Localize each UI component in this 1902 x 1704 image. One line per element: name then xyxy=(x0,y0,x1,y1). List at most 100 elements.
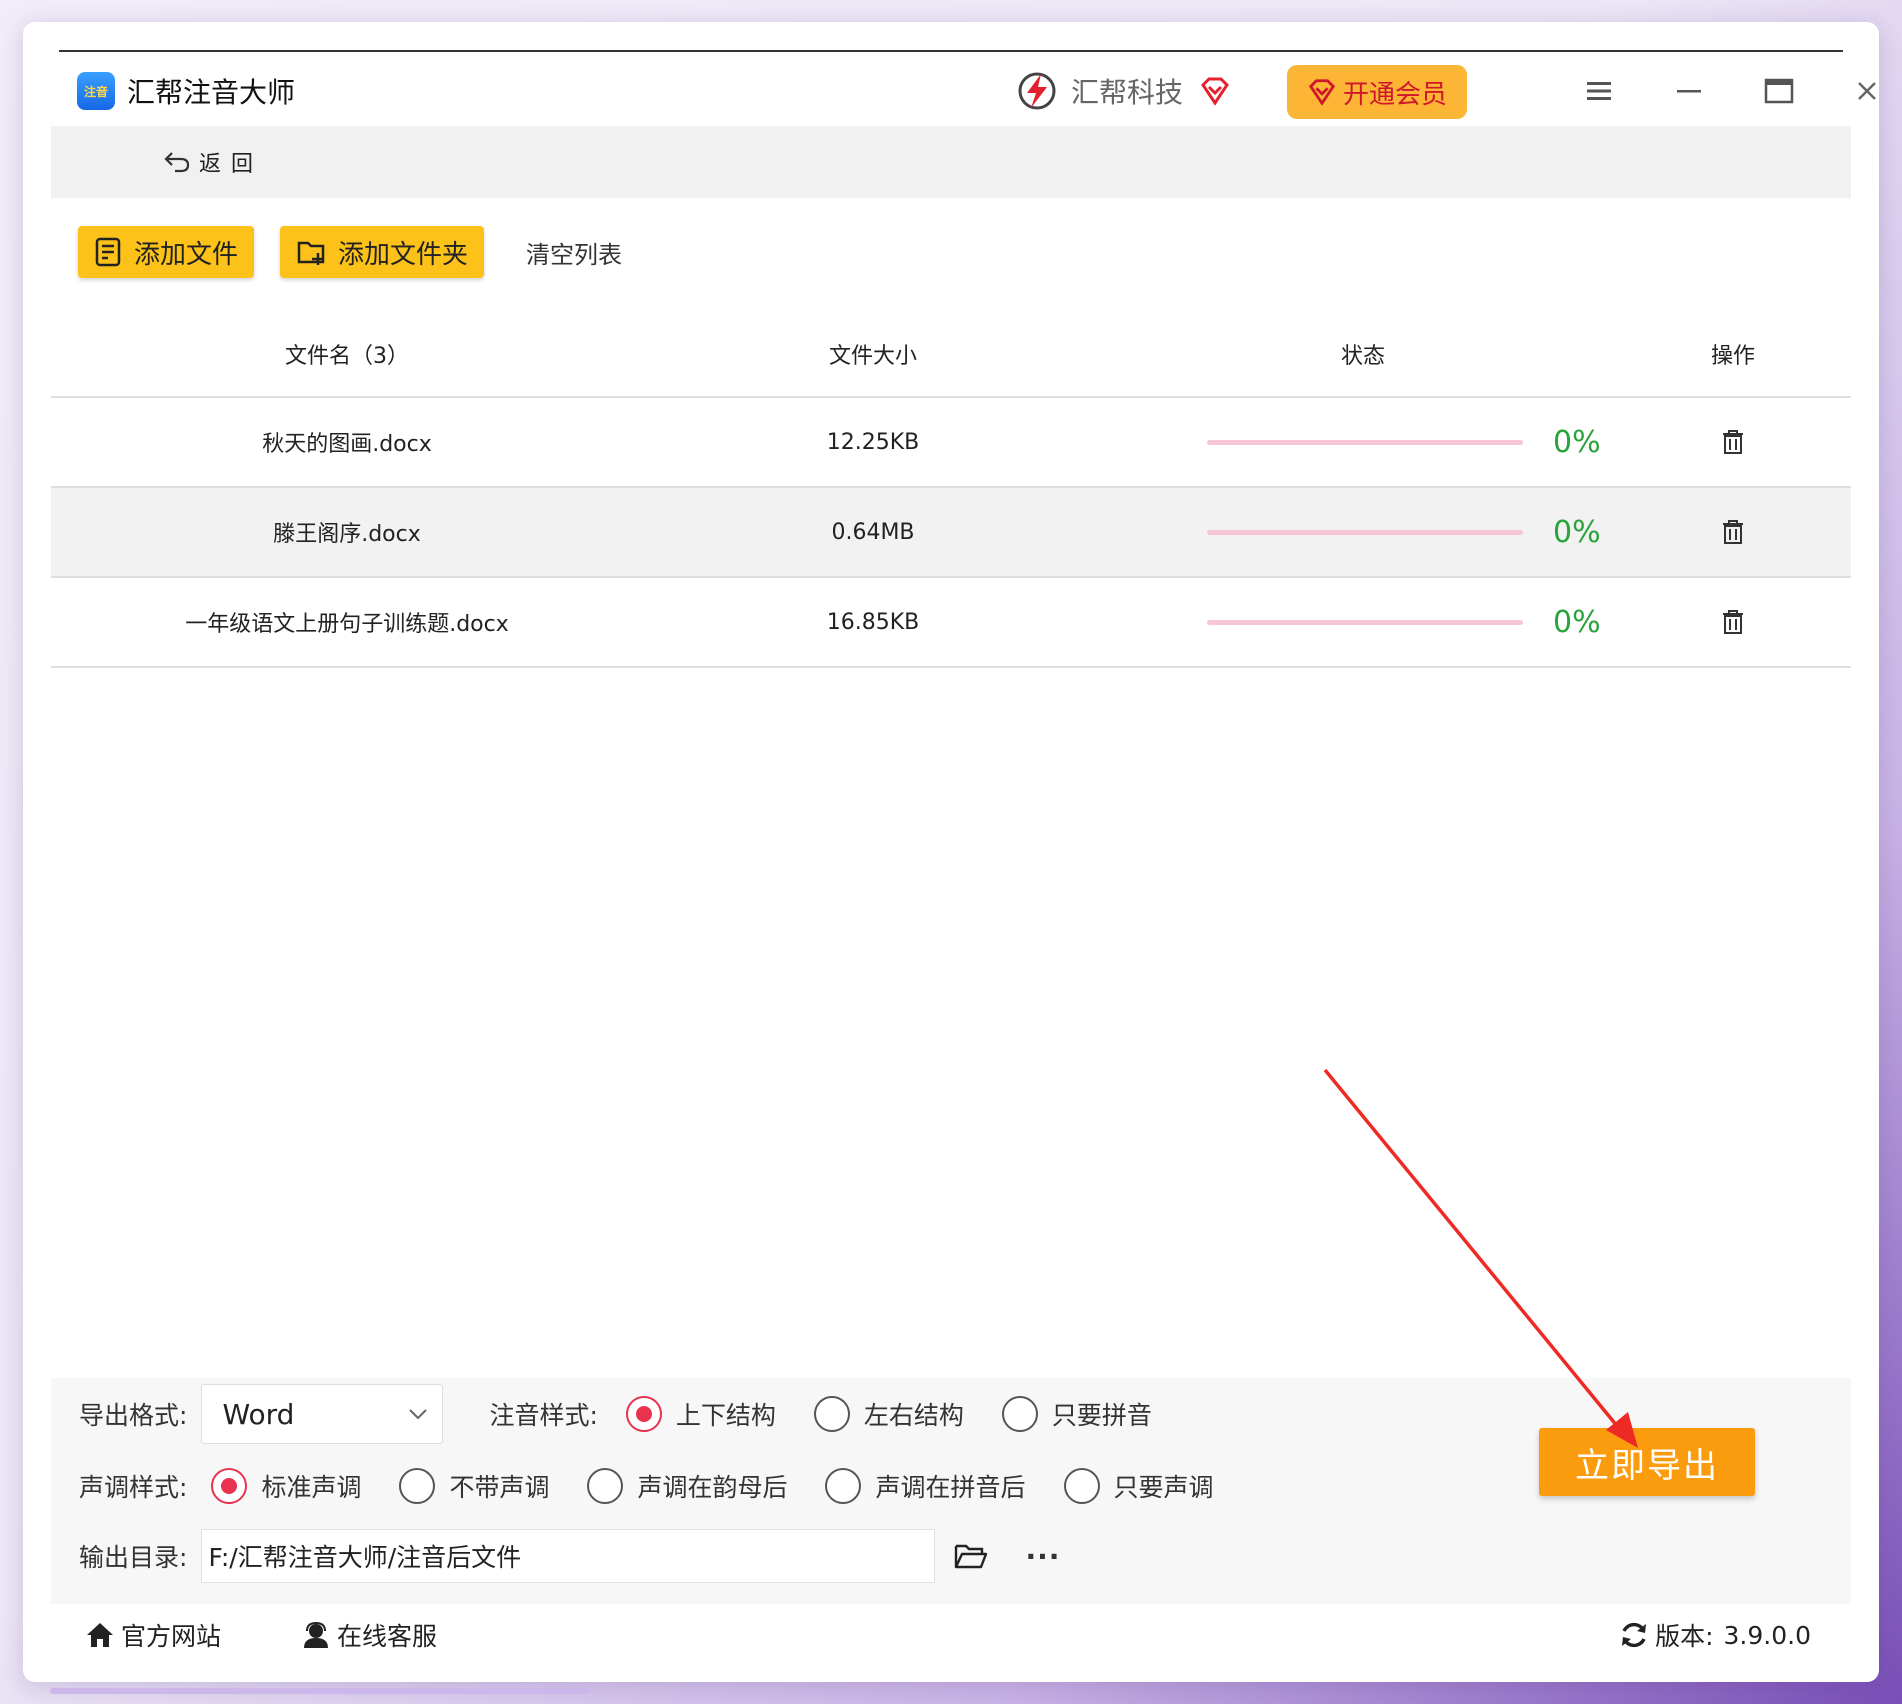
add-file-label: 添加文件 xyxy=(134,239,239,270)
radio-dot xyxy=(813,1396,850,1432)
brand-name: 汇帮科技 xyxy=(1070,76,1183,109)
app-logo-text: 注音 xyxy=(83,84,108,99)
table-row[interactable]: 秋天的图画.docx 12.25KB 0% xyxy=(51,398,1851,488)
file-status: 0% xyxy=(1103,515,1623,550)
add-file-button[interactable]: 添加文件 xyxy=(78,226,255,278)
radio-label: 只要声调 xyxy=(1113,1473,1214,1502)
window-top-border xyxy=(59,50,1843,52)
export-now-button[interactable]: 立即导出 xyxy=(1539,1428,1755,1496)
maximize-button[interactable] xyxy=(1749,56,1809,126)
table-header: 文件名（3） 文件大小 状态 操作 xyxy=(51,312,1851,398)
chevron-down-icon xyxy=(409,1409,428,1420)
title-bar: 注音 汇帮注音大师 汇帮科技 开通会员 xyxy=(51,56,1876,126)
vip-button-label: 开通会员 xyxy=(1342,79,1447,110)
file-status: 0% xyxy=(1103,425,1623,460)
app-logo-icon: 注音 xyxy=(77,72,115,110)
back-button-label: 返回 xyxy=(199,152,264,177)
header-size: 文件大小 xyxy=(828,344,917,369)
file-status: 0% xyxy=(1103,605,1623,640)
radio-tone-standard[interactable]: 标准声调 xyxy=(211,1468,361,1504)
folder-open-icon xyxy=(955,1544,988,1569)
row-actions xyxy=(1623,519,1843,545)
version-label: 版本: xyxy=(1655,1622,1714,1651)
trash-icon[interactable] xyxy=(1721,519,1745,545)
app-title: 汇帮注音大师 xyxy=(127,76,296,109)
radio-label: 只要拼音 xyxy=(1051,1401,1152,1430)
more-options-button[interactable]: ··· xyxy=(1025,1540,1060,1573)
back-button[interactable]: 返回 xyxy=(163,146,263,178)
radio-pinyin-only[interactable]: 只要拼音 xyxy=(1001,1396,1152,1432)
table-row[interactable]: 滕王阁序.docx 0.64MB 0% xyxy=(51,488,1851,578)
back-arrow-icon xyxy=(164,152,190,173)
add-folder-icon xyxy=(297,241,325,265)
tone-row: 声调样式: 标准声调 不带声调 声调在韵母后 声调在拼音后 只要声调 xyxy=(79,1462,1214,1510)
file-size: 12.25KB xyxy=(826,429,920,455)
file-size: 0.64MB xyxy=(831,519,915,545)
header-op: 操作 xyxy=(1710,344,1755,369)
back-bar: 返回 xyxy=(51,126,1851,198)
progress-bar xyxy=(1207,529,1523,535)
table-row[interactable]: 一年级语文上册句子训练题.docx 16.85KB 0% xyxy=(51,578,1851,668)
radio-tone-none[interactable]: 不带声调 xyxy=(399,1468,549,1504)
export-format-label: 导出格式: xyxy=(79,1401,188,1430)
online-support-link[interactable]: 在线客服 xyxy=(301,1617,437,1653)
radio-tone-after-final[interactable]: 声调在韵母后 xyxy=(587,1468,787,1504)
brand: 汇帮科技 xyxy=(1017,56,1231,126)
trash-icon[interactable] xyxy=(1721,429,1745,455)
format-row: 导出格式: Word 注音样式: 上下结构 左右结构 只要拼音 xyxy=(79,1384,1152,1444)
output-dir-input[interactable]: F:/汇帮注音大师/注音后文件 xyxy=(201,1529,936,1583)
menu-icon xyxy=(1587,82,1611,100)
radio-label: 声调在韵母后 xyxy=(637,1473,788,1502)
progress-percent: 0% xyxy=(1553,424,1601,460)
online-support-label: 在线客服 xyxy=(337,1622,438,1651)
vip-button[interactable]: 开通会员 xyxy=(1287,65,1467,119)
home-icon xyxy=(87,1623,113,1647)
support-agent-icon xyxy=(304,1621,329,1648)
official-website-link[interactable]: 官方网站 xyxy=(85,1617,221,1653)
refresh-icon[interactable] xyxy=(1619,1620,1649,1650)
radio-dot xyxy=(1063,1468,1100,1504)
row-actions xyxy=(1623,609,1843,635)
radio-dot xyxy=(825,1468,862,1504)
minimize-icon xyxy=(1677,90,1701,93)
trash-icon[interactable] xyxy=(1721,609,1745,635)
version-info: 版本: 3.9.0.0 xyxy=(1619,1617,1811,1653)
official-website-label: 官方网站 xyxy=(121,1622,222,1651)
header-name: 文件名（3） xyxy=(285,344,409,369)
row-actions xyxy=(1623,429,1843,455)
radio-pinyin-left-right[interactable]: 左右结构 xyxy=(813,1396,964,1432)
file-name: 一年级语文上册句子训练题.docx xyxy=(185,612,509,637)
radio-dot xyxy=(399,1468,436,1504)
close-button[interactable] xyxy=(1837,56,1879,126)
radio-label: 上下结构 xyxy=(675,1401,776,1430)
add-folder-button[interactable]: 添加文件夹 xyxy=(280,226,485,278)
export-format-select[interactable]: Word xyxy=(201,1384,444,1444)
brand-bolt-icon xyxy=(1018,72,1056,110)
clear-list-button[interactable]: 清空列表 xyxy=(526,235,622,270)
minimize-button[interactable] xyxy=(1659,56,1719,126)
radio-pinyin-top-bottom[interactable]: 上下结构 xyxy=(625,1396,776,1432)
footer: 官方网站 在线客服 版本: 3.9.0.0 xyxy=(51,1606,1851,1664)
add-file-icon xyxy=(95,237,121,267)
progress-percent: 0% xyxy=(1553,514,1601,550)
file-size: 16.85KB xyxy=(826,609,920,635)
tone-style-label: 声调样式: xyxy=(79,1473,188,1502)
output-dir-label: 输出目录: xyxy=(79,1543,188,1572)
radio-label: 声调在拼音后 xyxy=(875,1473,1026,1502)
radio-dot xyxy=(211,1468,248,1504)
progress-percent: 0% xyxy=(1553,604,1601,640)
export-format-value: Word xyxy=(222,1397,295,1431)
radio-dot xyxy=(625,1396,662,1432)
heart-diamond-icon[interactable] xyxy=(1199,75,1231,107)
version-value: 3.9.0.0 xyxy=(1723,1620,1811,1650)
header-status: 状态 xyxy=(1340,344,1385,369)
radio-dot xyxy=(1001,1396,1038,1432)
radio-tone-after-pinyin[interactable]: 声调在拼音后 xyxy=(825,1468,1026,1504)
add-folder-label: 添加文件夹 xyxy=(338,239,469,270)
menu-button[interactable] xyxy=(1569,56,1629,126)
radio-tone-only[interactable]: 只要声调 xyxy=(1063,1468,1214,1504)
browse-folder-button[interactable] xyxy=(953,1541,989,1571)
progress-bar xyxy=(1207,439,1523,445)
file-table: 文件名（3） 文件大小 状态 操作 秋天的图画.docx 12.25KB 0% … xyxy=(51,312,1851,668)
file-name: 秋天的图画.docx xyxy=(262,432,432,457)
